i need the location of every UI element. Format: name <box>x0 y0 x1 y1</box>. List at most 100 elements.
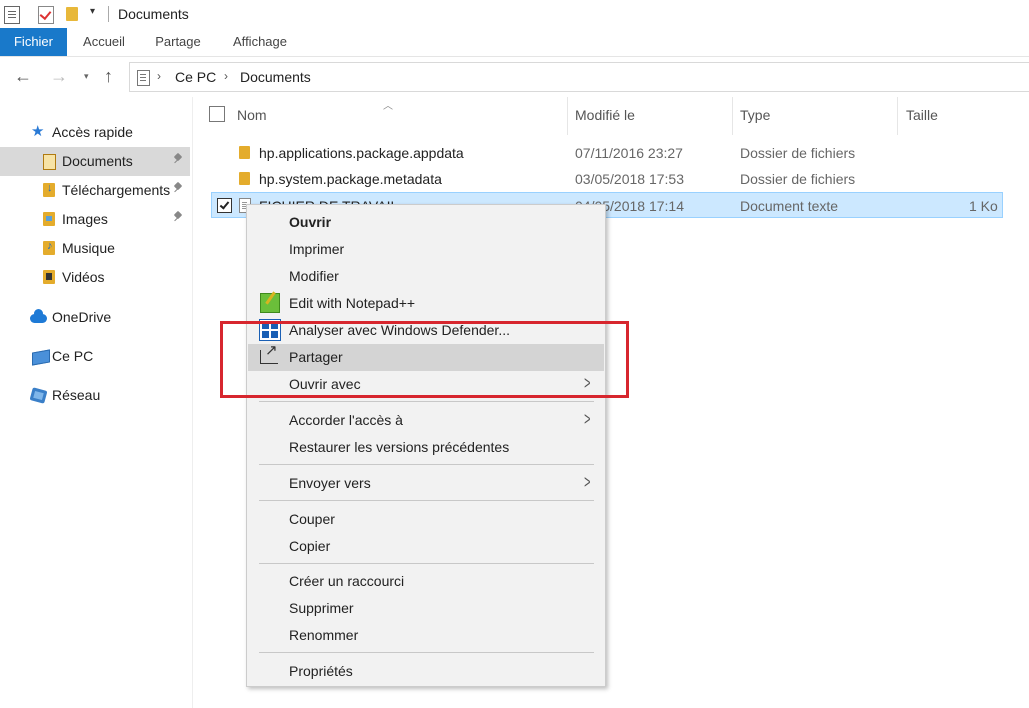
window-title: Documents <box>118 6 189 22</box>
menu-label: Edit with Notepad++ <box>289 295 416 311</box>
file-modified: 07/11/2016 23:27 <box>575 145 683 161</box>
videos-folder-icon <box>43 270 55 284</box>
column-divider[interactable] <box>897 97 898 135</box>
music-folder-icon <box>43 240 55 255</box>
nav-label: Vidéos <box>62 269 105 285</box>
menu-item-copier[interactable]: Copier <box>248 533 604 560</box>
menu-item-ouvrir[interactable]: Ouvrir <box>248 209 604 236</box>
sort-ascending-icon: ︿ <box>383 101 393 112</box>
chevron-right-icon[interactable]: › <box>157 69 161 83</box>
menu-item-modifier[interactable]: Modifier <box>248 263 604 290</box>
pin-icon <box>174 154 182 164</box>
menu-item-edit-notepadpp[interactable]: Edit with Notepad++ <box>248 290 604 317</box>
customize-toolbar-chevron-icon[interactable]: ▾ <box>90 6 95 17</box>
nav-item-acces-rapide[interactable]: ★ Accès rapide <box>0 118 190 147</box>
menu-item-accorder-acces[interactable]: Accorder l'accès à > <box>248 407 604 434</box>
menu-item-proprietes[interactable]: Propriétés <box>248 658 604 685</box>
nav-label: Téléchargements <box>62 182 171 198</box>
up-arrow-icon[interactable]: ↑ <box>104 66 113 87</box>
tab-fichier[interactable]: Fichier <box>0 28 67 56</box>
pin-icon <box>174 183 182 193</box>
documents-folder-icon <box>43 154 56 170</box>
network-icon <box>29 387 48 404</box>
star-icon: ★ <box>31 123 45 140</box>
properties-icon[interactable] <box>4 6 20 24</box>
recent-locations-chevron-icon[interactable]: ▾ <box>84 71 89 82</box>
column-header-modified[interactable]: Modifié le <box>575 107 635 123</box>
menu-label: Supprimer <box>289 600 354 616</box>
nav-label: Ce PC <box>52 348 94 364</box>
nav-item-documents[interactable]: Documents <box>0 147 190 176</box>
tab-accueil[interactable]: Accueil <box>72 28 136 56</box>
file-modified: 03/05/2018 17:53 <box>575 171 684 187</box>
nav-item-onedrive[interactable]: OneDrive <box>0 303 190 332</box>
ribbon-tabs: Fichier Accueil Partage Affichage <box>0 28 1029 57</box>
forward-arrow-icon[interactable]: → <box>50 66 68 87</box>
address-input[interactable]: › Ce PC › Documents <box>129 62 1029 92</box>
tab-affichage[interactable]: Affichage <box>222 28 298 56</box>
menu-label: Couper <box>289 511 335 527</box>
menu-separator <box>259 563 594 564</box>
checkmark-icon[interactable] <box>38 6 54 24</box>
nav-label: Documents <box>62 153 133 169</box>
nav-item-telechargements[interactable]: Téléchargements <box>0 176 190 205</box>
menu-label: Envoyer vers <box>289 475 371 491</box>
file-row[interactable]: hp.applications.package.appdata 07/11/20… <box>211 140 1003 166</box>
file-name: hp.applications.package.appdata <box>259 145 464 161</box>
file-type: Dossier de fichiers <box>740 171 856 187</box>
menu-label: Imprimer <box>289 241 345 257</box>
menu-item-renommer[interactable]: Renommer <box>248 622 604 649</box>
file-row[interactable]: hp.system.package.metadata 03/05/2018 17… <box>211 166 1003 192</box>
select-all-checkbox[interactable] <box>209 106 225 122</box>
menu-label: Renommer <box>289 627 359 643</box>
menu-separator <box>259 652 594 653</box>
tab-partage[interactable]: Partage <box>144 28 212 56</box>
nav-item-ce-pc[interactable]: Ce PC <box>0 342 190 371</box>
nav-label: Musique <box>62 240 115 256</box>
menu-separator <box>259 500 594 501</box>
column-header-size[interactable]: Taille <box>906 107 938 123</box>
address-bar: ← → ▾ ↑ › Ce PC › Documents <box>0 57 1029 97</box>
navigation-pane: ★ Accès rapide Documents Téléchargements… <box>0 97 193 708</box>
nav-item-musique[interactable]: Musique <box>0 234 190 263</box>
nav-label: Images <box>62 211 108 227</box>
menu-label: Copier <box>289 538 331 554</box>
menu-separator <box>259 401 594 402</box>
file-type: Document texte <box>740 198 839 214</box>
menu-label: Modifier <box>289 268 339 284</box>
menu-label: Créer un raccourci <box>289 573 405 589</box>
column-divider[interactable] <box>567 97 568 135</box>
menu-item-restaurer-versions[interactable]: Restaurer les versions précédentes <box>248 434 604 461</box>
nav-item-reseau[interactable]: Réseau <box>0 381 190 410</box>
column-header-type[interactable]: Type <box>740 107 770 123</box>
menu-item-creer-raccourci[interactable]: Créer un raccourci <box>248 568 604 595</box>
file-name: hp.system.package.metadata <box>259 171 442 187</box>
nav-label: Réseau <box>52 387 101 403</box>
title-divider <box>108 6 109 22</box>
computer-icon <box>32 349 50 366</box>
folder-icon <box>239 172 250 185</box>
row-checkbox[interactable] <box>217 198 232 213</box>
menu-item-supprimer[interactable]: Supprimer <box>248 595 604 622</box>
menu-item-envoyer-vers[interactable]: Envoyer vers > <box>248 470 604 497</box>
chevron-right-icon[interactable]: › <box>224 69 228 83</box>
breadcrumb-ce-pc[interactable]: Ce PC <box>175 69 216 85</box>
menu-label: Ouvrir <box>289 214 332 230</box>
menu-item-couper[interactable]: Couper <box>248 506 604 533</box>
pin-icon <box>174 212 182 222</box>
chevron-right-icon: > <box>584 472 591 492</box>
nav-item-videos[interactable]: Vidéos <box>0 263 190 292</box>
context-menu: Ouvrir Imprimer Modifier Edit with Notep… <box>246 204 606 687</box>
new-folder-icon[interactable] <box>66 7 78 21</box>
pictures-folder-icon <box>43 212 55 226</box>
column-divider[interactable] <box>732 97 733 135</box>
breadcrumb-documents[interactable]: Documents <box>240 69 311 85</box>
back-arrow-icon[interactable]: ← <box>14 66 32 87</box>
cloud-icon <box>30 309 47 323</box>
nav-label: OneDrive <box>52 309 112 325</box>
menu-item-imprimer[interactable]: Imprimer <box>248 236 604 263</box>
column-header-name[interactable]: Nom <box>237 107 267 123</box>
nav-item-images[interactable]: Images <box>0 205 190 234</box>
file-type: Dossier de fichiers <box>740 145 856 161</box>
chevron-right-icon: > <box>584 409 591 429</box>
